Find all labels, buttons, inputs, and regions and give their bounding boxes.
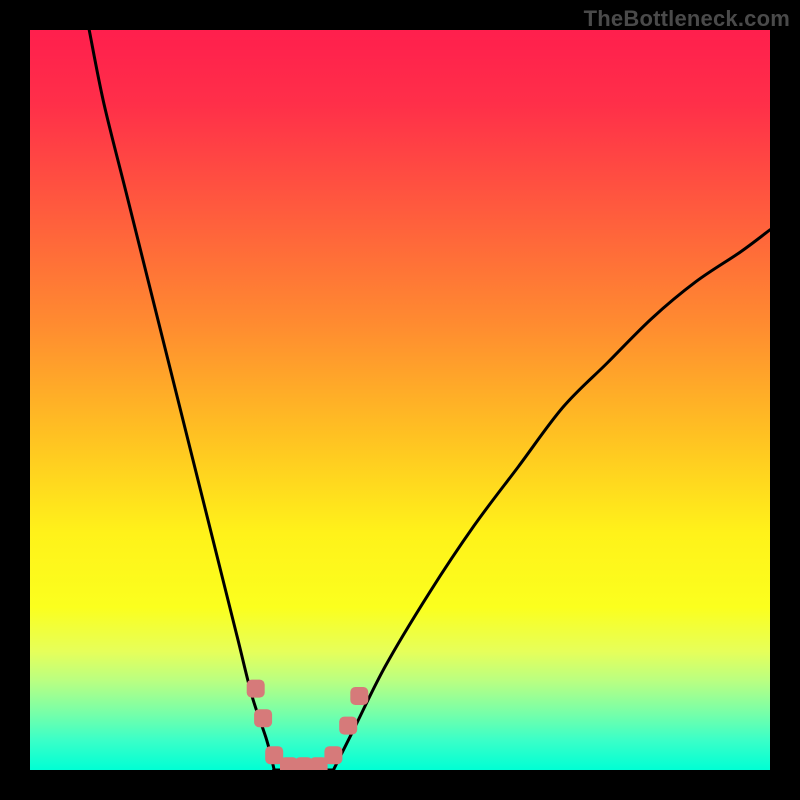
chart-plot [30,30,770,770]
valley-marker [254,709,272,727]
bottleneck-curve [89,30,770,770]
chart-frame [30,30,770,770]
valley-marker [324,746,342,764]
valley-markers-group [247,680,369,770]
valley-marker [247,680,265,698]
valley-marker [339,717,357,735]
valley-marker [350,687,368,705]
watermark-text: TheBottleneck.com [584,6,790,32]
